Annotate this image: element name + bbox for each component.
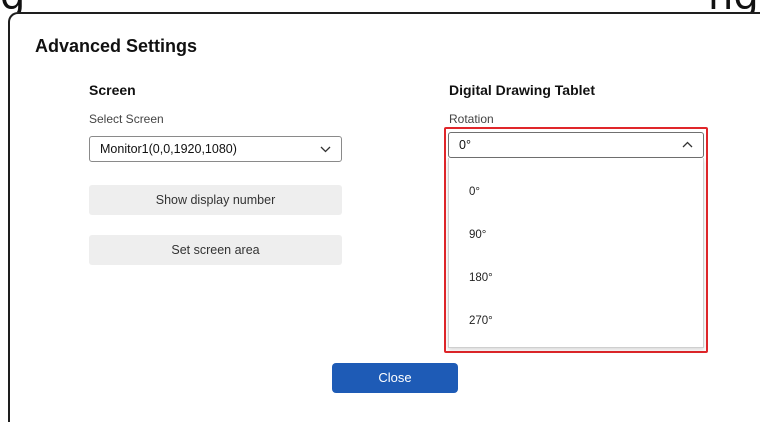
- rotation-select-value: 0°: [459, 138, 471, 152]
- rotation-option-90[interactable]: 90°: [469, 229, 486, 241]
- rotation-dropdown-list: 0° 90° 180° 270°: [448, 158, 704, 348]
- rotation-option-180[interactable]: 180°: [469, 272, 493, 284]
- background-text: g: [0, 0, 25, 12]
- screen-select-value: Monitor1(0,0,1920,1080): [100, 142, 237, 156]
- background-window-strip: g ng: [0, 0, 760, 12]
- show-display-number-button[interactable]: Show display number: [89, 185, 342, 215]
- tablet-section-title: Digital Drawing Tablet: [449, 82, 595, 98]
- dialog-title: Advanced Settings: [35, 36, 198, 56]
- screen-select[interactable]: Monitor1(0,0,1920,1080): [89, 136, 342, 162]
- advanced-settings-dialog: Advanced Settings Screen Select Screen M…: [8, 12, 760, 422]
- rotation-label: Rotation: [449, 112, 494, 126]
- screen-section-title: Screen: [89, 82, 136, 98]
- background-text-right: ng: [708, 0, 759, 12]
- select-screen-label: Select Screen: [89, 112, 164, 126]
- rotation-option-270[interactable]: 270°: [469, 315, 493, 327]
- close-button[interactable]: Close: [332, 363, 458, 393]
- rotation-select[interactable]: 0°: [448, 132, 704, 158]
- set-screen-area-button[interactable]: Set screen area: [89, 235, 342, 265]
- rotation-option-0[interactable]: 0°: [469, 186, 480, 198]
- chevron-down-icon: [320, 137, 331, 170]
